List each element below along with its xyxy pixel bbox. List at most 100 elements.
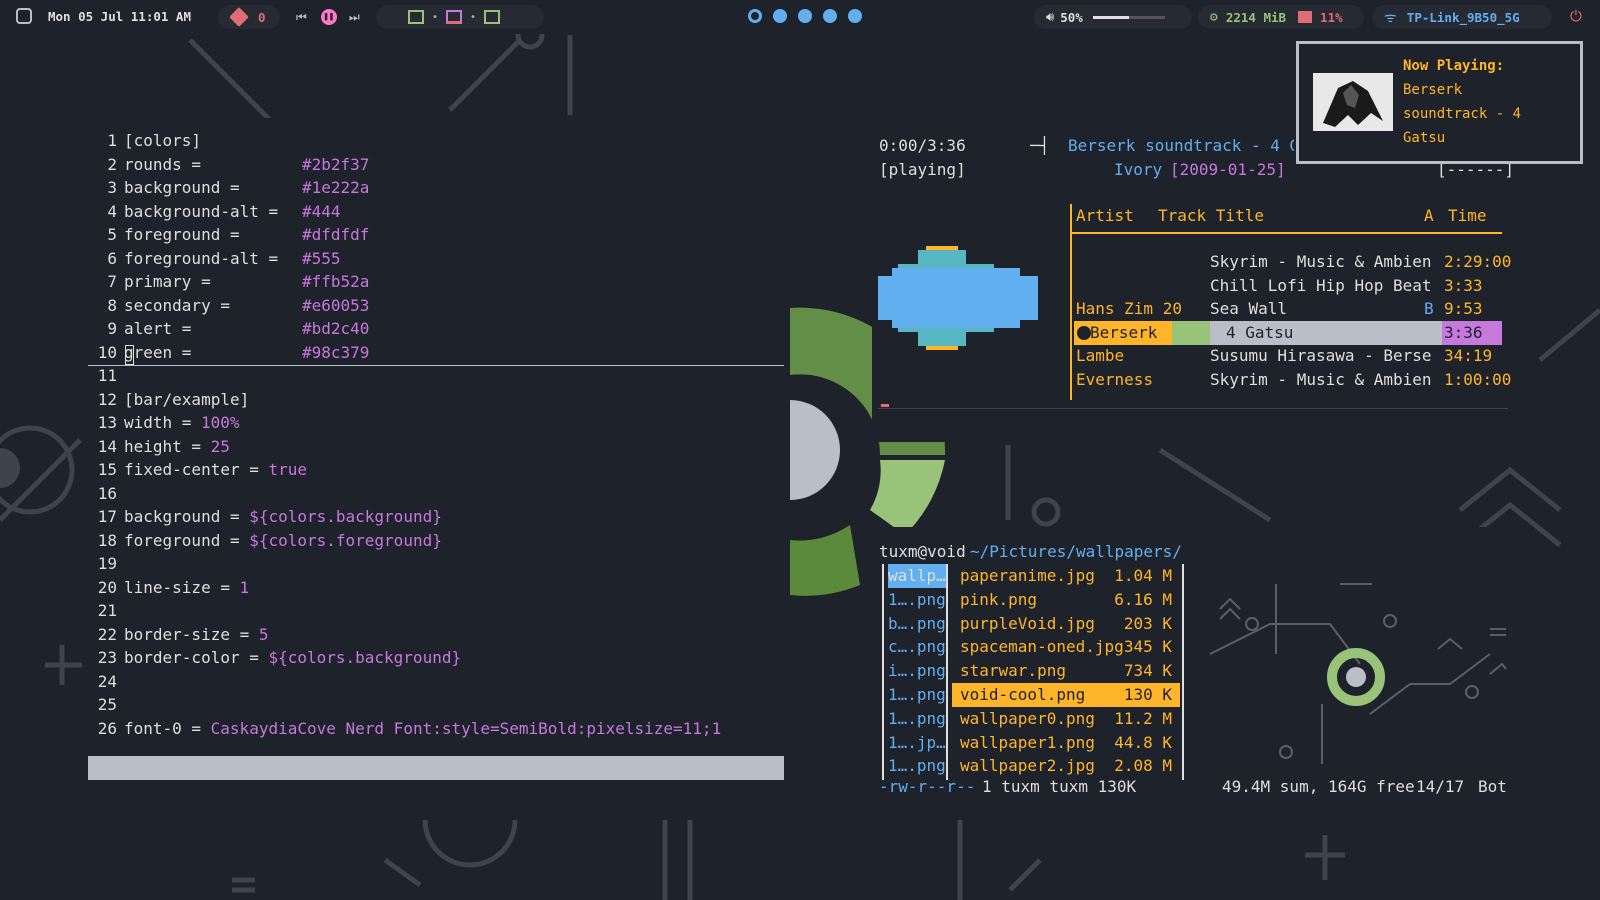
config-key: border-color =	[124, 648, 269, 667]
playlist-row[interactable]: Lambe Susumu Hirasawa - Berse 34:19	[1074, 344, 1502, 368]
file-row[interactable]: wallpaper1.png 44.8 K	[952, 731, 1180, 755]
parent-entry[interactable]: c….png	[888, 635, 946, 659]
previous-icon[interactable]: ⏮	[296, 10, 307, 25]
config-value: #1e222a	[302, 178, 370, 197]
config-key: border-size =	[124, 624, 259, 644]
elapsed-time: 0:00/3:36	[879, 136, 966, 155]
line-number: 17	[97, 507, 117, 526]
vim-statusline: .config/polybar/config 10,1 Top	[88, 756, 784, 849]
volume-slider[interactable]	[1092, 15, 1165, 19]
line-number: 16	[97, 483, 117, 503]
cpu-usage: 11%	[1320, 9, 1343, 25]
column-artist[interactable]: Artist	[1076, 204, 1134, 228]
config-value: #dfdfdf	[302, 225, 370, 244]
config-value: ${colors.foreground}	[249, 530, 442, 550]
line-number: 5	[107, 225, 117, 244]
line-number: 7	[107, 272, 117, 291]
playlist-row[interactable]: Hans Zim 20 Sea Wall B 9:53	[1074, 297, 1502, 321]
ncmpcpp-window[interactable]: 0:00/3:36 [playing] ─┤ Berserk soundtrac…	[872, 118, 1518, 442]
line-number: 24	[97, 671, 117, 691]
media-controls: ⏮ ❚❚ ⏭	[286, 5, 370, 29]
parent-entry[interactable]: wallp…	[888, 564, 946, 588]
file-row[interactable]: paperanime.jpg 1.04 M	[952, 564, 1180, 588]
wifi-icon: ᯤ	[1384, 9, 1397, 26]
notification-body-line: Gatsu	[1403, 130, 1446, 146]
track-title: Skyrim - Music & Ambien	[1210, 369, 1432, 389]
workspace-terminal-icon[interactable]	[484, 10, 501, 24]
workspace-dot[interactable]	[848, 9, 862, 23]
line-number: 26	[97, 718, 117, 738]
track-artist: Everness	[1076, 369, 1154, 389]
line-number: 22	[97, 624, 117, 644]
workspaces: • •	[376, 5, 544, 29]
vim-editor-window[interactable]: 1 [colors] 2 rounds = #2b2f37 3 background = #1…	[82, 118, 789, 849]
ranger-file-manager[interactable]: tuxm@void ~/Pictures/wallpapers/ wallp… 1…	[872, 527, 1518, 819]
parent-entry[interactable]: b….png	[888, 612, 946, 636]
playlist[interactable]: Artist Track Title A Time Skyrim - Music…	[1070, 204, 1511, 400]
workspace-terminal-active-icon[interactable]	[446, 10, 463, 24]
split-divider	[88, 365, 784, 366]
config-key: fixed-center =	[124, 460, 269, 479]
config-key: rounds =	[124, 154, 202, 174]
playlist-row-current[interactable]: Berserk 4 Gatsu 3:36	[1074, 320, 1502, 345]
line-number: 19	[97, 554, 117, 573]
file-row[interactable]: spaceman-oned.jpg 345 K	[952, 635, 1180, 659]
statusline-position: 10,1	[622, 806, 661, 825]
prompt-user: tuxm@void	[879, 542, 966, 561]
player-state: [playing]	[879, 160, 966, 179]
parent-entry[interactable]: i….png	[888, 659, 946, 683]
track-title: Chill Lofi Hip Hop Beat	[1210, 275, 1432, 295]
file-row[interactable]: pink.png 6.16 M	[952, 588, 1180, 612]
power-icon[interactable]: ⏻	[1570, 7, 1582, 25]
parent-entry[interactable]: 1….jp…	[888, 731, 946, 755]
file-row[interactable]: purpleVoid.jpg 203 K	[952, 612, 1180, 636]
network-module[interactable]: ᯤ TP-Link_9B50_5G	[1372, 5, 1552, 29]
file-row-selected[interactable]: void-cool.png 130 K	[952, 683, 1180, 707]
track-time: 34:19	[1444, 346, 1493, 365]
config-value: 100%	[201, 413, 240, 432]
playlist-row[interactable]: Skyrim - Music & Ambien 2:29:00	[1074, 250, 1511, 274]
column-album[interactable]: A	[1424, 204, 1434, 228]
config-value: #98c379	[302, 342, 370, 362]
scroll-position: Bot	[1478, 777, 1507, 796]
column-track-title[interactable]: Track Title	[1158, 204, 1264, 228]
config-key: primary =	[124, 272, 211, 291]
config-key: secondary =	[124, 295, 230, 315]
config-key: green =	[124, 342, 192, 362]
workspace-terminal-icon[interactable]	[408, 10, 424, 24]
progress-marker	[881, 404, 889, 407]
track-time: 2:29:00	[1444, 252, 1512, 271]
file-list[interactable]: paperanime.jpg 1.04 M pink.png 6.16 M purple…	[952, 564, 1180, 780]
config-value: ${colors.background}	[249, 507, 442, 526]
file-size: 1.04 M	[1114, 566, 1172, 585]
parent-entry[interactable]: 1….png	[888, 707, 946, 731]
album-art	[1313, 73, 1393, 131]
workspace-dot[interactable]	[798, 9, 812, 23]
workspace-dot[interactable]	[773, 9, 787, 23]
package-module[interactable]: 0	[218, 5, 280, 29]
next-icon[interactable]: ⏭	[349, 10, 360, 25]
status-bar: Mon 05 Jul 11:01 AM 0 ⏮ ❚❚ ⏭ • • 🔊︎ 50% …	[0, 0, 1600, 34]
parent-entry[interactable]: 1….png	[888, 683, 946, 707]
clock[interactable]: Mon 05 Jul 11:01 AM	[48, 9, 191, 24]
file-size: 734 K	[1123, 661, 1172, 681]
workspace-dot-active[interactable]	[748, 9, 762, 23]
file-name: wallpaper0.png	[960, 708, 1095, 728]
prompt-path: ~/Pictures/wallpapers/	[970, 542, 1182, 561]
column-time[interactable]: Time	[1448, 204, 1487, 228]
playlist-row[interactable]: Chill Lofi Hip Hop Beat 3:33	[1074, 274, 1502, 298]
config-key: [colors]	[124, 131, 202, 150]
track-time: 3:36	[1444, 322, 1483, 342]
parent-entry[interactable]: 1….png	[888, 588, 946, 612]
file-row[interactable]: starwar.png 734 K	[952, 659, 1180, 683]
playlist-row[interactable]: Everness Skyrim - Music & Ambien 1:00:00	[1074, 368, 1511, 392]
line-number: 18	[97, 530, 117, 550]
workspace-dot[interactable]	[823, 9, 837, 23]
parent-column[interactable]: wallp… 1….png b….png c….png i….png 1….png 1….p…	[882, 564, 948, 780]
config-value: ${colors.background}	[268, 648, 462, 667]
volume-module[interactable]: 🔊︎ 50%	[1034, 5, 1192, 29]
file-row[interactable]: wallpaper0.png 11.2 M	[952, 707, 1180, 731]
now-playing-notification[interactable]: Now Playing: Berserk soundtrack - 4 Gats…	[1296, 41, 1583, 164]
pause-icon[interactable]: ❚❚	[320, 9, 337, 25]
config-value: #e60053	[302, 295, 370, 315]
